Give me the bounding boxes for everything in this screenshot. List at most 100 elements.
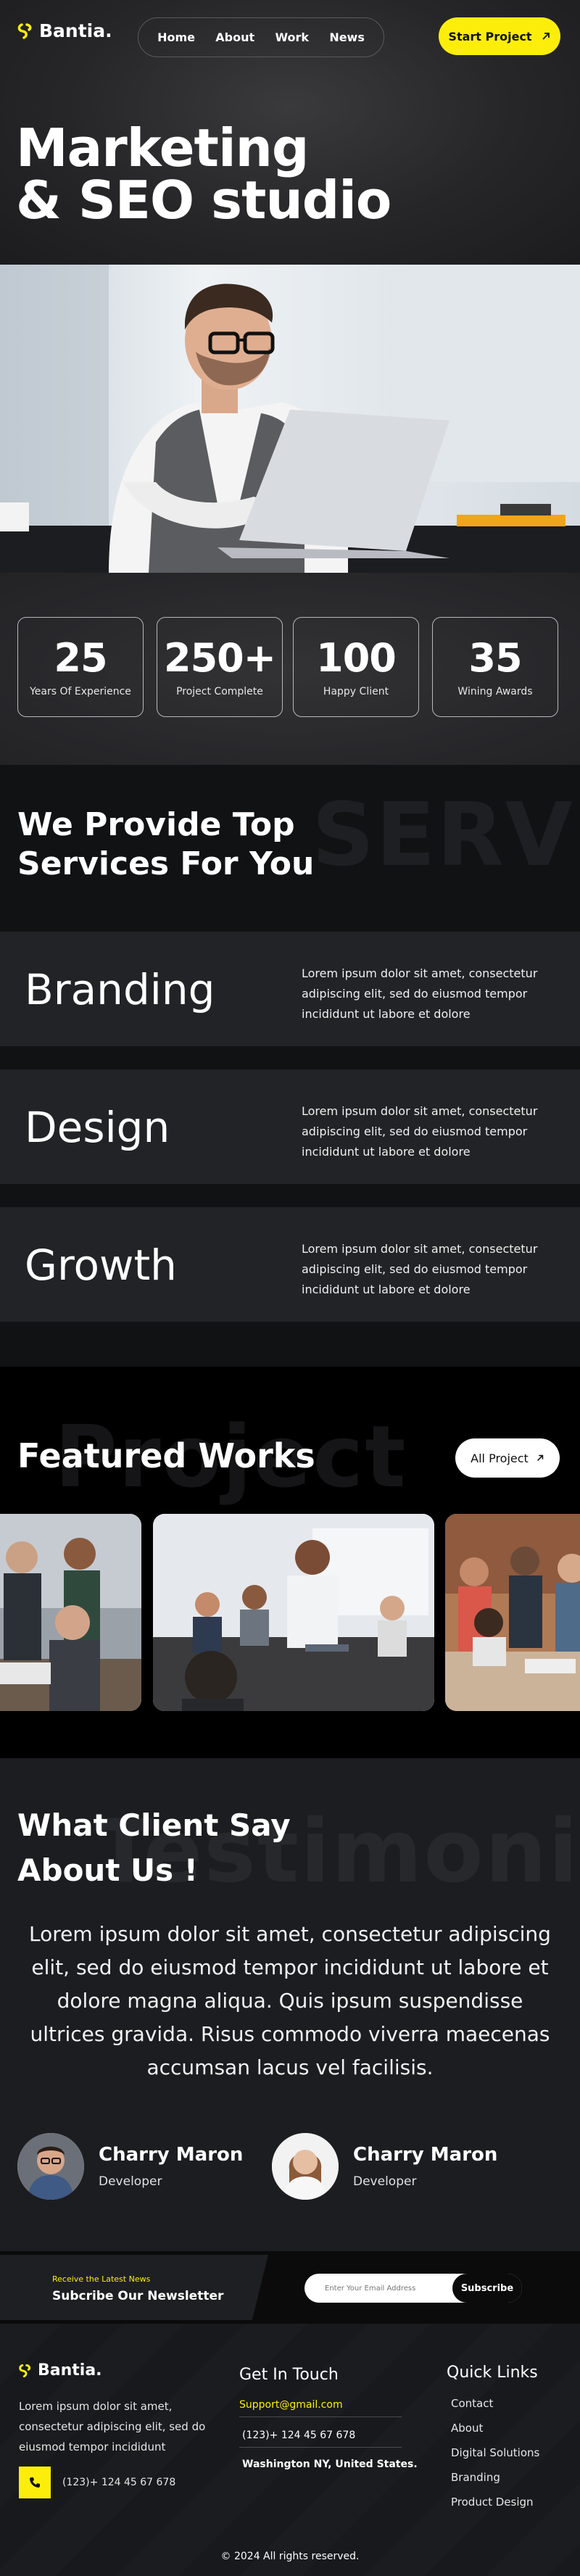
services-title-line-1: We Provide Top [17,806,295,843]
stat-value: 35 [468,635,522,681]
stat-label: Happy Client [323,686,389,697]
stat-card: 100 Happy Client [293,617,419,717]
person-role: Developer [99,2174,162,2189]
service-item-design[interactable]: Design Lorem ipsum dolor sit amet, conse… [0,1069,580,1184]
service-name: Growth [25,1241,177,1290]
phone-icon [19,2467,51,2498]
brand-name: Bantia. [38,2361,102,2380]
stat-label: Project Complete [176,686,263,697]
testimonial-person: Charry Maron Developer [17,2133,243,2200]
service-description: Lorem ipsum dolor sit amet, consectetur … [302,1242,538,1296]
hero-title-line-1: Marketing [16,117,309,178]
nav-item-news[interactable]: News [329,30,365,44]
start-project-button[interactable]: Start Project [439,17,560,55]
main-nav: Home About Work News [138,17,384,57]
footer-about-text: Lorem ipsum dolor sit amet, consectetur … [19,2400,206,2453]
footer-contact-title: Get In Touch [239,2366,339,2384]
brand-name: Bantia. [39,20,112,41]
page: Bantia. Home About Work News Start Proje… [0,0,580,2576]
footer-link-branding[interactable]: Branding [451,2471,500,2484]
footer-links-title: Quick Links [447,2364,538,2382]
works-title: Featured Works [17,1436,315,1475]
testimonial-quote: Lorem ipsum dolor sit amet, consectetur … [29,1922,551,2079]
service-item-branding[interactable]: Branding Lorem ipsum dolor sit amet, con… [0,932,580,1046]
hero-title-line-2: & SEO studio [16,170,392,231]
service-description: Lorem ipsum dolor sit amet, consectetur … [302,966,538,1021]
work-card[interactable] [445,1514,580,1711]
work-card[interactable] [153,1514,434,1711]
services-watermark: SERVICES [312,785,580,886]
person-role: Developer [353,2174,417,2189]
testimonial-person: Charry Maron Developer [272,2133,497,2200]
arrow-up-right-icon [536,1454,544,1461]
brand-mark-icon [17,22,32,39]
service-name: Design [25,1103,170,1152]
group-discussion-image [445,1514,580,1711]
avatar [272,2133,339,2200]
footer-phone[interactable]: (123)+ 124 45 67 678 [19,2467,175,2498]
footer-link-digital-solutions[interactable]: Digital Solutions [451,2446,539,2459]
testimonial-person-info: Charry Maron Developer [353,2144,497,2189]
all-project-button[interactable]: All Project [455,1438,560,1478]
footer-link-contact[interactable]: Contact [451,2397,493,2410]
services-title-line-2: Services For You [17,845,315,882]
newsletter-form: Subscribe [304,2274,522,2303]
newsletter-email-input[interactable] [325,2274,455,2303]
footer-link-product-design[interactable]: Product Design [451,2496,534,2509]
footer-email[interactable]: Support@gmail.com [239,2399,343,2411]
subscribe-button[interactable]: Subscribe [452,2274,522,2303]
footer-address: Washington NY, United States. [242,2459,418,2470]
stat-value: 100 [316,635,397,681]
avatar [17,2133,84,2200]
brand-mark-icon [19,2364,31,2377]
all-project-label: All Project [471,1451,529,1465]
divider [239,2447,402,2448]
testimonial-person-info: Charry Maron Developer [99,2144,243,2189]
arrow-up-right-icon [542,33,550,40]
footer-logo[interactable]: Bantia. [17,2361,102,2380]
footer-link-about[interactable]: About [451,2422,483,2435]
hero-section: Bantia. Home About Work News Start Proje… [0,0,580,265]
works-section: Project Featured Works All Project [0,1367,580,1758]
nav-item-work[interactable]: Work [275,30,309,44]
man-working-on-laptop-illustration [0,265,580,573]
newsletter-label-panel [0,2255,268,2320]
services-section: SERVICES We Provide Top Services For You… [0,765,580,1367]
copyright: © 2024 All rights reserved. [220,2551,360,2562]
newsletter-section: Receive the Latest News Subcribe Our New… [0,2251,580,2324]
stat-value: 25 [54,635,107,681]
work-card[interactable] [0,1514,141,1711]
stat-value: 250+ [164,635,276,681]
man-portrait-image [17,2133,84,2200]
newsletter-kicker: Receive the Latest News [52,2274,151,2284]
newsletter-title: Subcribe Our Newsletter [52,2289,224,2303]
stat-card: 35 Wining Awards [432,617,558,717]
footer-phone-number: (123)+ 124 45 67 678 [62,2477,176,2488]
footer-contact-phone[interactable]: (123)+ 124 45 67 678 [242,2430,355,2441]
service-description: Lorem ipsum dolor sit amet, consectetur … [302,1104,538,1159]
hero-title: Marketing & SEO studio [16,117,392,231]
testimonials-title-line-1: What Client Say [17,1807,291,1843]
testimonials-title: What Client Say About Us ! [17,1803,291,1893]
service-item-growth[interactable]: Growth Lorem ipsum dolor sit amet, conse… [0,1207,580,1322]
nav-item-home[interactable]: Home [157,30,195,44]
team-meeting-image [153,1514,434,1711]
person-name: Charry Maron [353,2144,498,2166]
testimonials-section: Testimonial What Client Say About Us ! L… [0,1758,580,2251]
start-project-label: Start Project [448,29,532,44]
stat-label: Wining Awards [457,686,533,697]
divider [239,2416,402,2417]
nav-item-about[interactable]: About [215,30,254,44]
person-name: Charry Maron [99,2144,244,2166]
stat-label: Years Of Experience [30,686,131,697]
stat-card: 250+ Project Complete [157,617,283,717]
stats-section: 25 Years Of Experience 250+ Project Comp… [0,573,580,765]
testimonials-title-line-2: About Us ! [17,1852,198,1888]
service-name: Branding [25,965,215,1014]
brand-logo[interactable]: Bantia. [16,20,112,41]
stat-card: 25 Years Of Experience [17,617,144,717]
footer: Bantia. Lorem ipsum dolor sit amet, cons… [0,2324,580,2576]
woman-portrait-image [272,2133,339,2200]
services-title: We Provide Top Services For You [17,805,314,884]
business-meeting-image [0,1514,141,1711]
